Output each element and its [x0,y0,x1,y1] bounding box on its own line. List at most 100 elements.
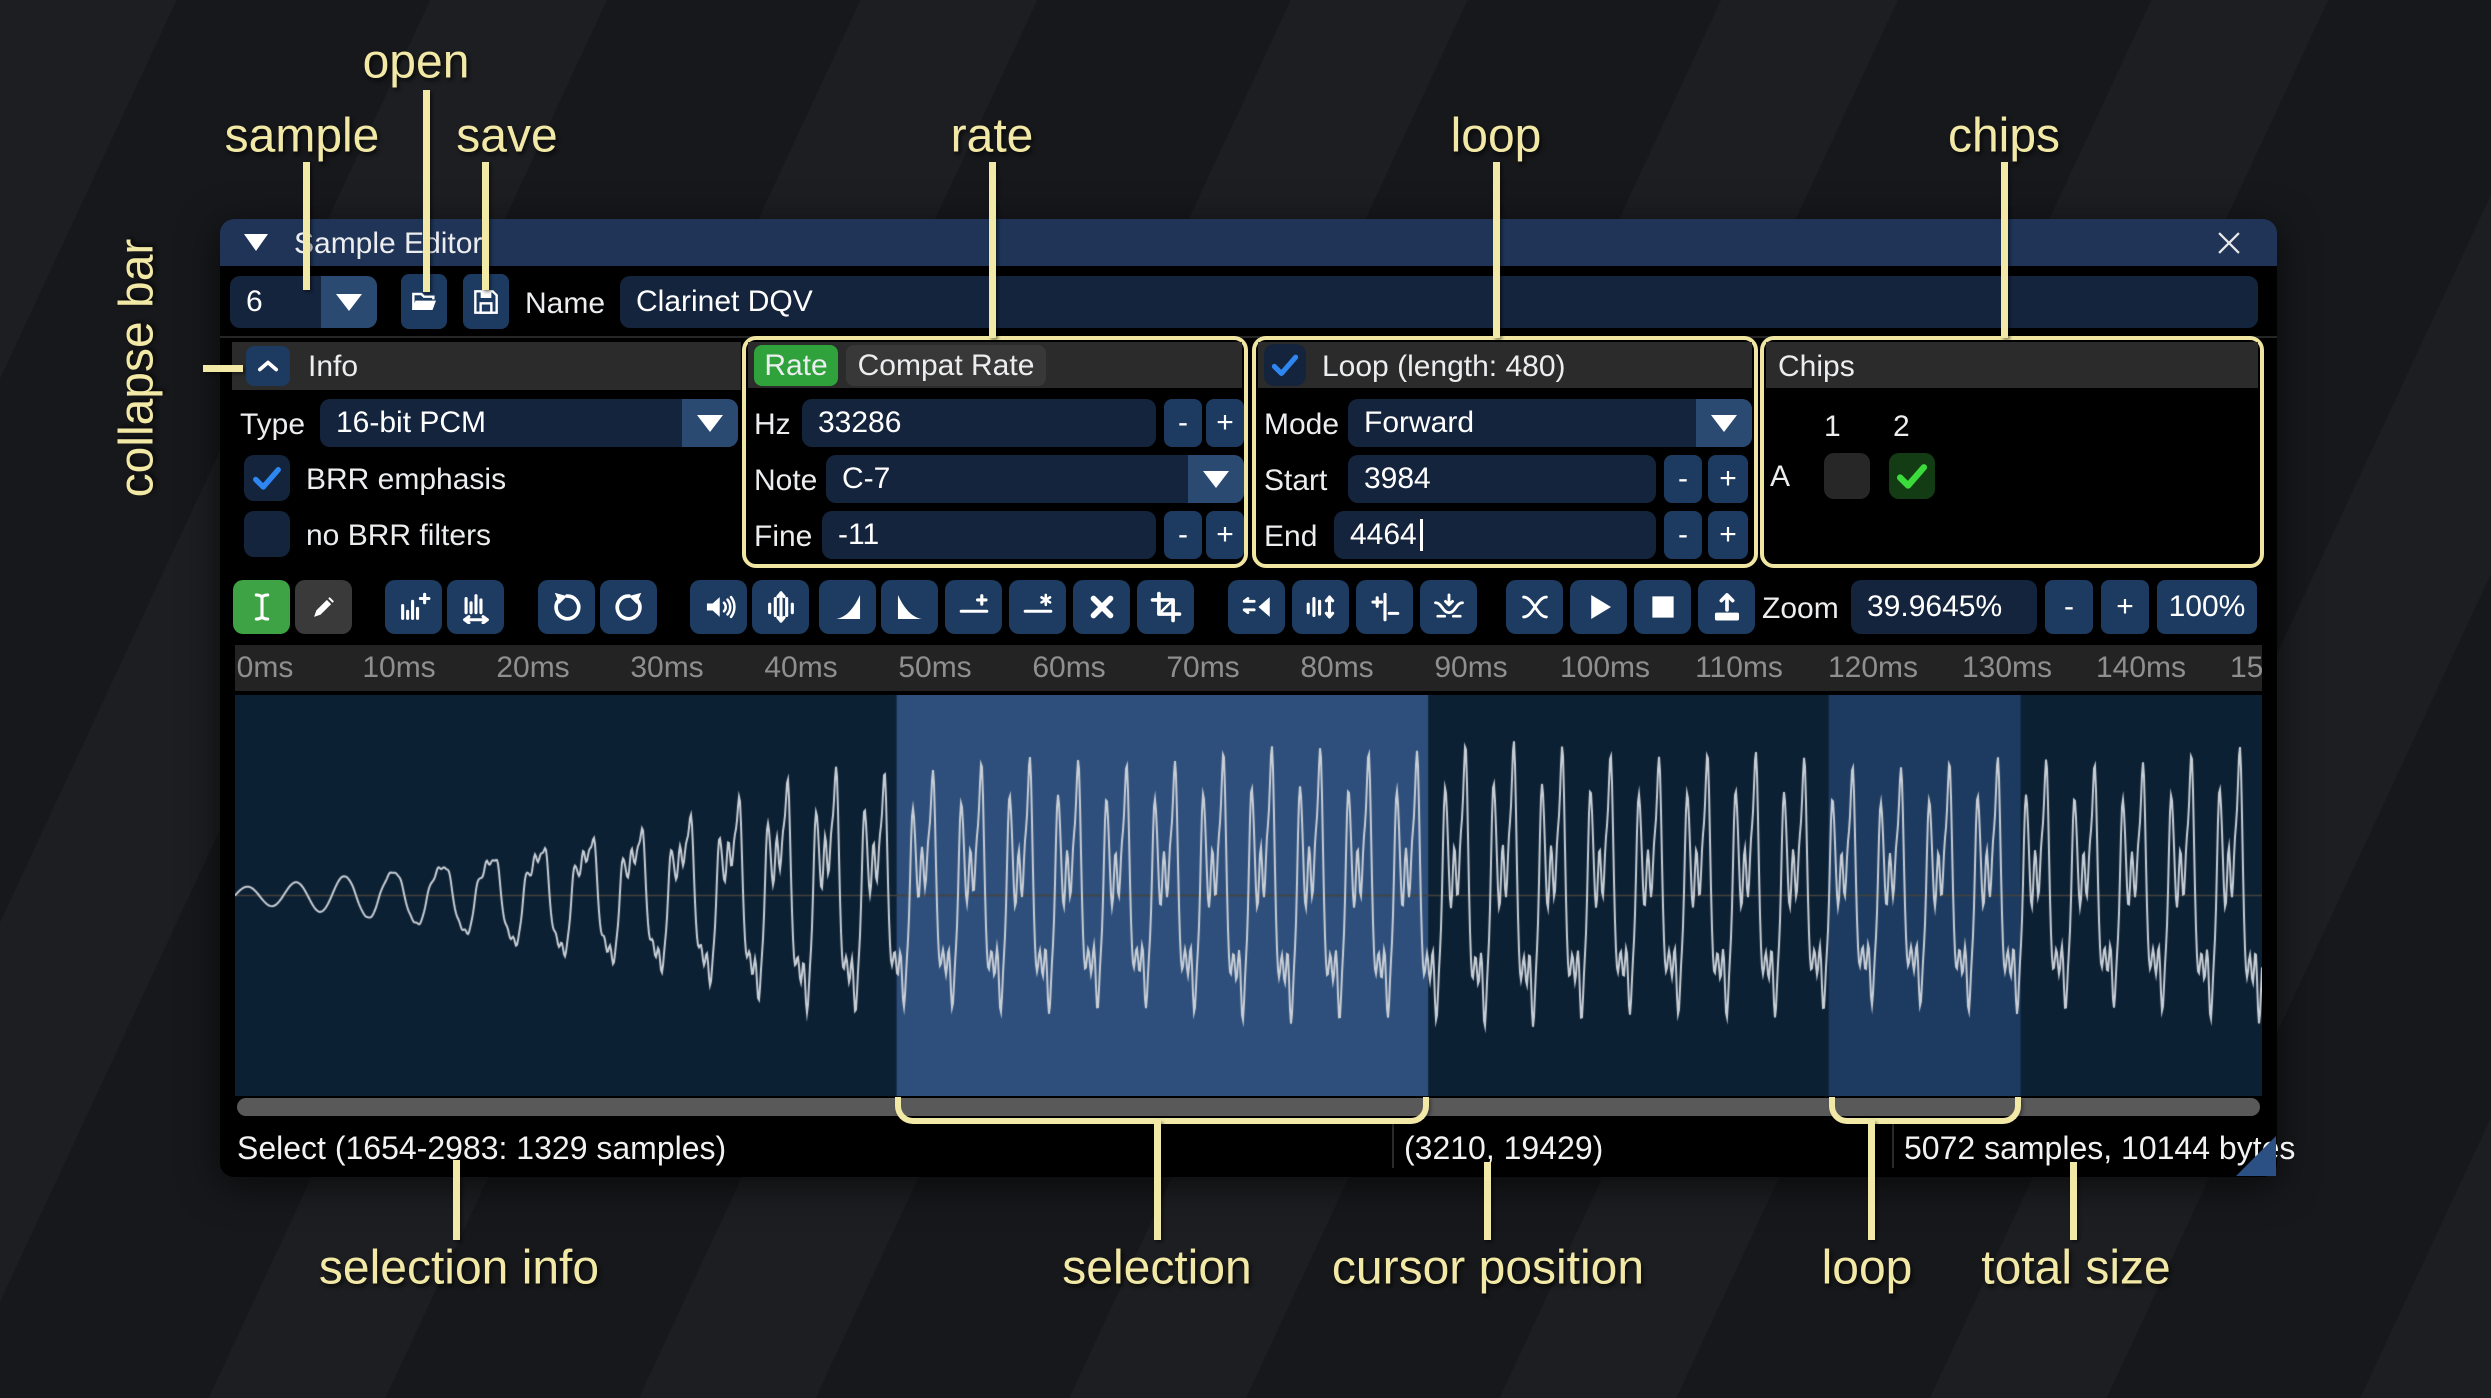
annotation-line-open [423,90,430,292]
annotation-line-total-size [2070,1162,2077,1240]
annotation-line-chips [2001,162,2008,338]
trim-button[interactable] [1137,580,1194,634]
tab-compat-rate[interactable]: Compat Rate [846,345,1046,386]
fine-input[interactable]: -11 [822,511,1156,559]
stop-preview-button[interactable] [1634,580,1691,634]
zoom-in-button[interactable]: + [2101,580,2149,634]
selection-bracket [895,1097,1429,1124]
amplify-button[interactable] [690,580,747,634]
delete-button[interactable] [1073,580,1130,634]
normalize-button[interactable] [752,580,809,634]
loop-end-input[interactable]: 4464 [1334,511,1656,559]
filter-button[interactable] [1420,580,1477,634]
resize-button[interactable] [385,580,442,634]
loop-mode-arrow[interactable] [1696,399,1752,447]
annotation-line-cursor-position [1484,1162,1491,1240]
sign-button[interactable] [1356,580,1413,634]
loop-enable-checkbox[interactable] [1264,344,1306,386]
tab-rate-label: Rate [764,348,828,382]
zoom-input[interactable]: 39.9645% [1851,580,2037,634]
loop-end-label: End [1264,520,1318,553]
loop-end-minus-button[interactable]: - [1664,511,1702,559]
speaker-icon [706,595,736,619]
fade-in-button[interactable] [819,580,876,634]
waveform-plus-icon [400,592,430,620]
hz-minus-button[interactable]: - [1164,399,1202,447]
name-input[interactable]: Clarinet DQV [620,276,2258,328]
chip-2-checkbox[interactable] [1889,453,1935,499]
fine-plus-button[interactable]: + [1206,511,1244,559]
type-select-arrow[interactable] [682,399,738,447]
fade-out-button[interactable] [881,580,938,634]
annotation-line-save [482,162,489,290]
crossfade-button[interactable] [1506,580,1563,634]
ruler-label: 130ms [1961,651,2053,684]
annotation-loop-bottom: loop [1821,1241,1913,1295]
ruler-label: 10ms [362,651,436,684]
zoom-out-button[interactable]: - [2045,580,2093,634]
annotation-sample: sample [224,109,380,163]
chevron-up-icon [257,360,279,372]
annotation-line-collapse-bar [203,365,243,372]
sample-number: 6 [246,285,263,318]
fine-minus-button[interactable]: - [1164,511,1202,559]
upload-icon [1714,593,1739,621]
time-ruler[interactable]: 0ms 10ms 20ms 30ms 40ms 50ms 60ms 70ms 80ms 90ms 1… [235,645,2262,691]
create-instrument-button[interactable] [1698,580,1755,634]
zoom-reset-button[interactable]: 100% [2157,580,2257,634]
annotation-total-size: total size [1981,1241,2171,1295]
title-bar[interactable] [220,219,2277,266]
close-icon[interactable] [2212,226,2246,260]
reverse-button[interactable] [1228,580,1285,634]
hz-plus-button[interactable]: + [1206,399,1244,447]
tab-rate[interactable]: Rate [754,345,838,386]
annotation-cursor-position: cursor position [1331,1241,1645,1295]
draw-mode-button[interactable] [295,580,352,634]
resize-grip[interactable] [2236,1136,2276,1176]
insert-silence-button[interactable] [945,580,1002,634]
ruler-label: 140ms [2095,651,2187,684]
loop-end-plus-button[interactable]: + [1708,511,1748,559]
brr-emphasis-checkbox[interactable] [244,455,290,501]
sample-select-arrow[interactable] [321,276,377,328]
note-select[interactable]: C-7 [826,455,1244,503]
loop-start-plus-button[interactable]: + [1708,455,1748,503]
tab-compat-rate-label: Compat Rate [857,348,1035,382]
collapse-bar-button[interactable] [246,346,290,386]
hz-input[interactable]: 33286 [802,399,1156,447]
play-icon [1590,594,1611,620]
apply-silence-button[interactable] [1009,580,1066,634]
no-brr-filters-checkbox[interactable] [244,511,290,557]
desktop: Sample Editor 6 Name Clarinet DQV Info T… [0,0,2491,1398]
annotation-line-loop-bottom [1868,1120,1875,1240]
undo-button[interactable] [538,580,595,634]
invert-button[interactable] [1292,580,1349,634]
chip-1-checkbox[interactable] [1824,453,1870,499]
loop-panel-title: Loop (length: 480) [1322,350,1566,383]
zoom-reset-label: 100% [2168,590,2246,623]
waveform-normalize-icon [767,591,794,623]
note-select-arrow[interactable] [1188,455,1244,503]
chip-column-1: 1 [1824,410,1841,443]
loop-start-value: 3984 [1364,462,1431,495]
select-mode-button[interactable] [233,580,290,634]
chevron-down-icon [1203,470,1229,488]
loop-start-minus-button[interactable]: - [1664,455,1702,503]
preview-button[interactable] [1570,580,1627,634]
note-value: C-7 [842,462,891,495]
loop-start-input[interactable]: 3984 [1348,455,1656,503]
waveform-display[interactable] [235,695,2262,1096]
type-select[interactable]: 16-bit PCM [320,399,738,447]
zoom-value: 39.9645% [1867,590,2003,623]
loop-mode-select[interactable]: Forward [1348,399,1752,447]
annotation-line-sample [303,162,310,290]
ruler-label: 40ms [764,651,838,684]
hz-value: 33286 [818,406,902,439]
check-icon [253,467,281,490]
ruler-label: 80ms [1300,651,1374,684]
redo-button[interactable] [600,580,657,634]
resample-button[interactable] [447,580,504,634]
type-value: 16-bit PCM [336,406,487,439]
collapse-triangle-icon[interactable] [244,234,268,251]
fade-out-icon [897,594,922,620]
